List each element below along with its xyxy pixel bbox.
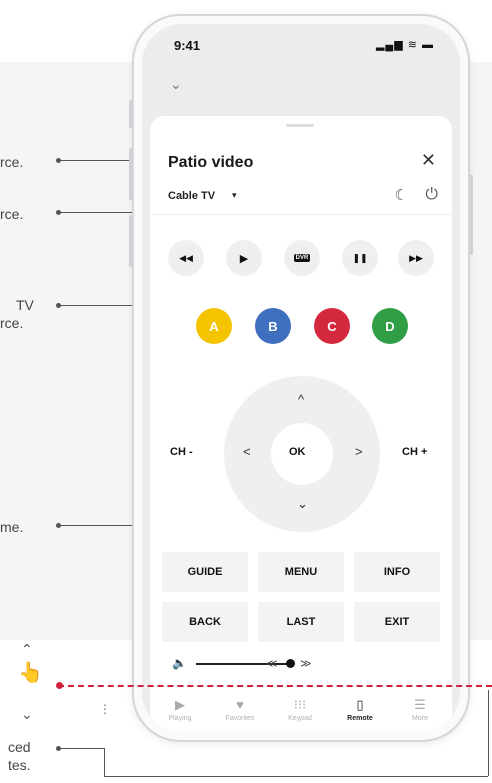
scroll-up-icon: ⌃ [21, 641, 33, 657]
play-button[interactable]: ▶ [226, 240, 262, 276]
callout-source: rce. [0, 154, 24, 170]
sheet-grabber[interactable] [286, 124, 314, 127]
close-icon[interactable]: ✕ [421, 150, 436, 171]
tab-label: More [412, 715, 428, 722]
callout-power: rce. [0, 206, 24, 222]
callout-line [60, 748, 104, 749]
callout-colors-2: rce. [0, 315, 24, 331]
callout-tabs-1: ced [8, 739, 31, 755]
status-icons: ▂▄▆ ≋ ▬ [375, 39, 434, 51]
callout-line [104, 776, 488, 777]
tab-keypad[interactable]: ⁝⁝⁝ Keypad [270, 697, 330, 722]
volume-icon[interactable]: 🔈 [172, 656, 187, 670]
color-button-d[interactable]: D [372, 308, 408, 344]
scroll-down-icon: ⌄ [21, 706, 33, 722]
tab-label: Playing [168, 715, 192, 722]
callout-line [488, 690, 489, 776]
status-time: 9:41 [174, 38, 201, 53]
tab-label: Favorites [225, 715, 255, 722]
ok-button[interactable]: OK [289, 446, 306, 458]
exit-button[interactable]: EXIT [354, 602, 440, 642]
divider [150, 214, 452, 215]
pause-button[interactable]: ❚❚ [342, 240, 378, 276]
dpad-up-button[interactable]: ^ [298, 392, 304, 407]
back-button[interactable]: BACK [162, 602, 248, 642]
power-icon[interactable]: ⏻ [425, 186, 438, 204]
keypad-icon: ⁝⁝⁝ [293, 697, 307, 712]
heart-icon: ♥ [236, 697, 244, 712]
dvr-button[interactable]: DVR [284, 240, 320, 276]
phone-frame: 9:41 ▂▄▆ ≋ ▬ ⌄ Patio video ✕ Cable TV ▾ … [132, 14, 470, 742]
more-icon: ☰ [414, 697, 426, 712]
tab-playing[interactable]: ▶ Playing [150, 697, 210, 722]
color-button-b[interactable]: B [255, 308, 291, 344]
playing-icon: ▶ [175, 697, 185, 712]
color-button-a[interactable]: A [196, 308, 232, 344]
remote-sheet: Patio video ✕ Cable TV ▾ ☾ ⏻ ◀◀ ▶ DVR ❚❚… [150, 116, 452, 732]
tab-label: Remote [347, 715, 373, 722]
volume-slider[interactable] [196, 663, 292, 665]
menu-button[interactable]: MENU [258, 552, 344, 592]
channel-down-button[interactable]: CH - [170, 446, 193, 458]
hand-pointer-icon: 👆 [18, 662, 43, 684]
dvr-icon: DVR [293, 254, 311, 262]
dpad-down-button[interactable]: ⌄ [297, 496, 308, 512]
drag-arrows-right-icon: ≫ [300, 658, 312, 670]
fast-forward-icon: ▶▶ [409, 252, 423, 263]
volume-slider-handle[interactable] [286, 659, 295, 668]
phone-screen: 9:41 ▂▄▆ ≋ ▬ ⌄ Patio video ✕ Cable TV ▾ … [142, 24, 460, 732]
tab-more[interactable]: ☰ More [390, 697, 450, 722]
tab-label: Keypad [288, 715, 312, 722]
fold-line [58, 685, 492, 687]
guide-button[interactable]: GUIDE [162, 552, 248, 592]
sleep-icon[interactable]: ☾ [395, 186, 408, 204]
remote-icon: ▯ [356, 697, 364, 712]
caret-down-icon[interactable]: ▾ [232, 190, 237, 201]
rewind-icon: ◀◀ [179, 252, 193, 263]
callout-line [104, 748, 105, 776]
pause-icon: ❚❚ [352, 252, 368, 263]
source-selector[interactable]: Cable TV [168, 190, 215, 202]
info-button[interactable]: INFO [354, 552, 440, 592]
color-button-c[interactable]: C [314, 308, 350, 344]
rewind-button[interactable]: ◀◀ [168, 240, 204, 276]
dpad-right-button[interactable]: > [355, 444, 363, 459]
dpad-left-button[interactable]: < [243, 444, 251, 459]
channel-up-button[interactable]: CH + [402, 446, 427, 458]
callout-tabs-2: tes. [8, 757, 31, 773]
play-icon: ▶ [239, 252, 249, 265]
last-button[interactable]: LAST [258, 602, 344, 642]
fast-forward-button[interactable]: ▶▶ [398, 240, 434, 276]
tab-favorites[interactable]: ♥ Favorites [210, 697, 270, 722]
callout-colors-1: TV [16, 297, 34, 313]
tab-remote[interactable]: ▯ Remote [330, 697, 390, 722]
chevron-down-icon[interactable]: ⌄ [170, 76, 182, 93]
dots-icon: ⋮ [99, 702, 111, 716]
drag-arrows-left-icon: ≪ [266, 658, 278, 670]
page-title: Patio video [168, 154, 254, 171]
callout-volume: me. [0, 519, 24, 535]
tab-bar: ▶ Playing ♥ Favorites ⁝⁝⁝ Keypad ▯ Remot… [150, 686, 452, 732]
